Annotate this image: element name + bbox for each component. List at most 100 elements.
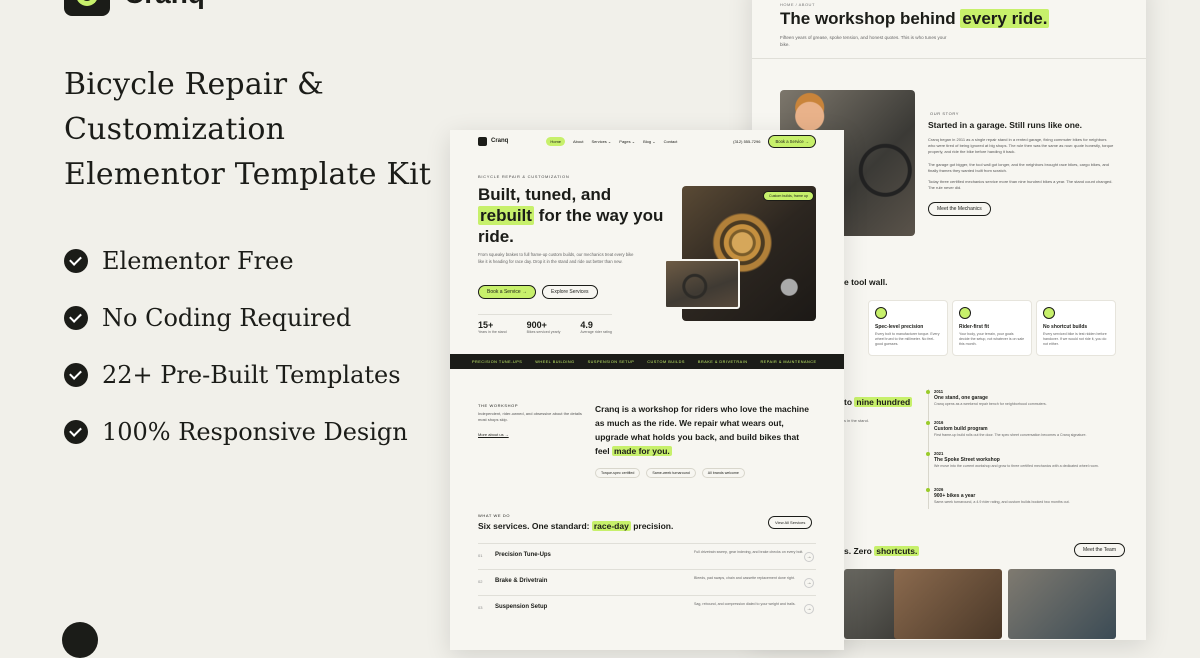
arrow-right-icon[interactable]: → <box>804 578 814 588</box>
stat-label: Bikes serviced yearly <box>526 330 561 334</box>
heading-text: The workshop behind <box>780 9 961 28</box>
check-icon <box>64 419 88 444</box>
service-title: Precision Tune-Ups <box>495 552 551 558</box>
nav-brand[interactable]: Cranq <box>491 138 508 144</box>
kit-title-line2: Elementor Template Kit <box>64 157 432 192</box>
workshop-photo <box>664 259 740 309</box>
timeline-heading: 900+ bikes a year <box>934 493 976 499</box>
stat: 4.9 Average rider rating <box>580 320 612 334</box>
timeline-desc: We move into the current workshop and gr… <box>934 464 1099 468</box>
feature-item: Elementor Free <box>64 232 408 289</box>
feature-label: No Coding Required <box>102 303 352 332</box>
brand-name: Cranq <box>124 0 205 10</box>
chip: Same-week turnaround <box>646 468 696 478</box>
timeline-year: 2026 <box>934 487 944 492</box>
timeline-heading: The Spoke Street workshop <box>934 457 1000 463</box>
nav-book-button[interactable]: Book a Service → <box>768 134 816 148</box>
timeline-item: 2016 Custom build program First frame-up b… <box>925 420 1124 437</box>
timeline-title-highlight: nine hundred <box>854 397 913 407</box>
service-row[interactable]: 01 Precision Tune-Ups Full drivetrain sw… <box>478 543 816 569</box>
hero-heading-highlight: rebuilt <box>478 206 534 225</box>
timeline-dot <box>925 421 930 425</box>
nav-link-pages[interactable]: Pages ⌄ <box>619 139 635 144</box>
more-about-link[interactable]: More about us → <box>478 432 509 437</box>
arrow-right-icon[interactable]: → <box>804 604 814 614</box>
statement-highlight: made for you. <box>612 446 672 456</box>
stat: 900+ Bikes serviced yearly <box>527 320 561 334</box>
value-desc: Your body, your terrain, your goals deci… <box>959 332 1025 346</box>
timeline-heading: Custom build program <box>934 426 988 432</box>
hero-buttons: Book a Service → Explore Services <box>478 285 598 299</box>
about-heading: The workshop behind every ride. <box>780 9 1050 29</box>
nav-link-home[interactable]: Home <box>546 136 566 146</box>
timeline-dot <box>925 390 930 394</box>
navbar: Cranq Home About Services ⌄ Pages ⌄ Blog… <box>450 130 844 152</box>
kit-title: Bicycle Repair & Customization Elementor… <box>64 62 484 197</box>
wrench-icon <box>875 307 887 319</box>
nav-link-contact[interactable]: Contact <box>664 139 678 144</box>
nav-phone[interactable]: (312) 555-7296 <box>733 139 760 144</box>
explore-services-button[interactable]: Explore Services <box>542 285 598 299</box>
value-card: Spec-level precision Every bolt to manuf… <box>868 300 948 356</box>
arrow-right-icon[interactable]: → <box>804 552 814 562</box>
rider-icon <box>959 307 971 319</box>
values-title: e tool wall. <box>844 277 888 287</box>
book-service-button[interactable]: Book a Service → <box>478 285 537 299</box>
timeline-item: 2011 One stand, one garage Cranq opens as … <box>925 389 1124 406</box>
services-ticker: PRECISION TUNE-UPS WHEEL BUILDING SUSPEN… <box>450 354 844 369</box>
service-number: 01 <box>478 553 483 558</box>
value-card: Rider-first fit Your body, your terrain,… <box>952 300 1032 356</box>
nav-link-blog[interactable]: Blog ⌄ <box>643 139 655 144</box>
meet-mechanics-button[interactable]: Meet the Mechanics <box>928 202 991 216</box>
hero-stats: 15+ Years in the stand 900+ Bikes serviced… <box>478 314 612 334</box>
feature-label: 100% Responsive Design <box>102 417 408 446</box>
footer-logo-icon <box>62 622 98 658</box>
ticker-item: CUSTOM BUILDS <box>647 359 685 364</box>
ticker-item: SUSPENSION SETUP <box>587 359 635 364</box>
nav-link-about[interactable]: About <box>573 139 583 144</box>
workshop-statement: Cranq is a workshop for riders who love … <box>595 402 815 458</box>
workshop-tag: THE WORKSHOP <box>478 403 519 408</box>
brand-mark-icon <box>478 136 487 146</box>
services-title-highlight: race-day <box>591 521 631 531</box>
story-paragraph: The garage got bigger, the tool wall got… <box>928 162 1110 173</box>
timeline-title-text: to <box>844 397 855 407</box>
timeline-year: 2021 <box>934 451 944 456</box>
meet-team-button[interactable]: Meet the Team <box>1074 543 1125 557</box>
services-title: Six services. One standard: race-day pre… <box>478 521 673 531</box>
nav-link-services[interactable]: Services ⌄ <box>591 139 611 144</box>
chip: Torque-spec certified <box>595 468 641 478</box>
timeline-desc: First frame-up build rolls out the door.… <box>934 433 1087 437</box>
logo-ring-icon <box>76 0 98 6</box>
timeline-dot <box>925 488 930 492</box>
home-page-preview: Cranq Home About Services ⌄ Pages ⌄ Blog… <box>450 130 844 650</box>
service-title: Suspension Setup <box>495 604 548 610</box>
service-row[interactable]: 02 Brake & Drivetrain Bleeds, pad swaps,… <box>478 569 816 595</box>
story-tag: OUR STORY <box>930 111 960 116</box>
feature-item: 22+ Pre-Built Templates <box>64 346 408 403</box>
shield-icon <box>1043 307 1055 319</box>
service-desc: Bleeds, pad swaps, chain and cassette re… <box>694 576 795 580</box>
hero-eyebrow: BICYCLE REPAIR & CUSTOMIZATION <box>478 174 570 179</box>
value-title: Rider-first fit <box>959 324 989 330</box>
value-card: No shortcut builds Every serviced bike i… <box>1036 300 1116 356</box>
feature-list: Elementor Free No Coding Required 22+ Pr… <box>64 232 408 460</box>
service-desc: Sag, rebound, and compression dialed to … <box>694 602 796 606</box>
about-lead: Fifteen years of grease, spoke tension, … <box>780 35 947 47</box>
service-title: Brake & Drivetrain <box>495 578 548 584</box>
workshop-chips: Torque-spec certified Same-week turnarou… <box>595 468 745 478</box>
service-row[interactable]: 03 Suspension Setup Sag, rebound, and co… <box>478 595 816 621</box>
view-all-services-button[interactable]: View All Services <box>768 516 813 529</box>
ticker-item: WHEEL BUILDING <box>535 359 575 364</box>
ticker-item: REPAIR & MAINTENANCE <box>760 359 817 364</box>
workshop-paragraph: Independent, rider-owned, and obsessive … <box>478 411 582 422</box>
feature-label: Elementor Free <box>102 246 294 275</box>
team-photo <box>1008 569 1116 639</box>
timeline-heading: One stand, one garage <box>934 395 988 401</box>
breadcrumb: HOME / ABOUT <box>780 2 815 7</box>
hero-paragraph: From squeaky brakes to full frame-up cus… <box>478 252 634 264</box>
timeline-desc: Cranq opens as a weekend repair bench fo… <box>934 402 1047 406</box>
hero-image-tag: Custom builds, frame up <box>763 191 814 201</box>
team-title: s. Zero shortcuts. <box>844 546 920 556</box>
story-title: Started in a garage. Still runs like one… <box>928 120 1082 130</box>
